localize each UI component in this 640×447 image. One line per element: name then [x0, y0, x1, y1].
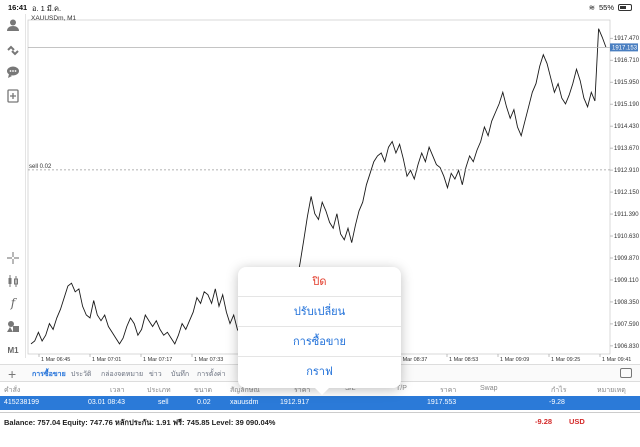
x-tick-label: 1 Mar 09:09: [500, 357, 529, 363]
y-tick-label: 1912.150: [614, 190, 640, 196]
tool-sidebar: f M1: [0, 14, 26, 358]
sell-level-label: sell 0.02: [29, 164, 52, 170]
balance-bar: Balance: 757.04 Equity: 747.76 หลักประกั…: [0, 412, 640, 428]
row-profit: -9.28: [549, 399, 565, 406]
balance-summary: Balance: 757.04 Equity: 747.76 หลักประกั…: [4, 418, 276, 427]
y-tick-label: 1915.190: [614, 102, 640, 108]
tab-settings[interactable]: การตั้งค่า: [197, 369, 226, 380]
y-tick-label: 1914.430: [614, 124, 640, 130]
col-comment: หมายเหตุ: [597, 387, 626, 394]
order-context-menu: ปิด ปรับเปลี่ยน การซื้อขาย กราฟ: [238, 267, 401, 395]
status-right: ≋ 55%: [589, 3, 632, 12]
chart-symbol-title: XAUUSDm, M1: [31, 15, 77, 22]
tab-trade[interactable]: การซื้อขาย: [32, 369, 66, 380]
x-tick-label: 1 Mar 07:17: [143, 357, 172, 363]
tab-mailbox[interactable]: กล่องจดหมาย: [101, 369, 143, 380]
indicator-icon[interactable]: f: [6, 296, 20, 310]
row-symbol: xauusdm: [230, 399, 259, 406]
x-tick-label: 1 Mar 09:25: [551, 357, 580, 363]
account-icon[interactable]: [6, 18, 20, 32]
col-price: ราคา: [440, 387, 457, 394]
table-row[interactable]: 415238199 03.01 08:43 sell 0.02 xauusdm …: [0, 396, 640, 410]
battery-percent: 55%: [598, 3, 614, 12]
tab-news[interactable]: ข่าว: [149, 369, 162, 380]
chart-button[interactable]: กราฟ: [238, 357, 401, 387]
y-tick-label: 1909.110: [614, 278, 639, 284]
menu-pointer: [313, 386, 331, 395]
x-tick-label: 1 Mar 07:33: [194, 357, 223, 363]
objects-icon[interactable]: [6, 319, 20, 333]
y-tick-label: 1915.950: [614, 80, 640, 86]
y-tick-label: 1913.670: [614, 146, 640, 152]
tab-journal[interactable]: บันทึก: [171, 369, 189, 380]
y-tick-label: 1911.390: [614, 212, 639, 218]
col-time: เวลา: [110, 387, 125, 394]
close-order-button[interactable]: ปิด: [238, 267, 401, 297]
row-size: 0.02: [197, 399, 211, 406]
trade-button[interactable]: การซื้อขาย: [238, 327, 401, 357]
status-bar: 16:41 อ. 1 มี.ค. ≋ 55%: [0, 0, 640, 14]
row-type: sell: [158, 399, 169, 406]
y-tick-label: 1909.870: [614, 256, 640, 262]
y-tick-label: 1907.590: [614, 322, 640, 328]
col-order: คำสั่ง: [4, 387, 21, 394]
new-order-icon[interactable]: [6, 89, 20, 103]
x-tick-label: 1 Mar 09:41: [602, 357, 631, 363]
y-tick-label: 1906.830: [614, 344, 640, 350]
col-type: ประเภท: [147, 387, 171, 394]
y-tick-label: 1916.710: [614, 58, 640, 64]
row-open-price: 1912.917: [280, 399, 310, 406]
profit-currency: USD: [569, 417, 585, 426]
status-time: 16:41: [8, 3, 28, 12]
x-tick-label: 1 Mar 06:45: [41, 357, 70, 363]
y-tick-label: 1908.350: [614, 300, 640, 306]
tab-history[interactable]: ประวัติ: [71, 369, 91, 380]
current-price-label: 1917.153: [612, 45, 638, 51]
col-profit: กำไร: [551, 387, 567, 394]
col-size: ขนาด: [194, 387, 213, 394]
x-tick-label: 1 Mar 08:37: [398, 357, 427, 363]
y-tick-label: 1917.470: [614, 36, 640, 42]
candlestick-icon[interactable]: [6, 274, 20, 288]
add-icon[interactable]: +: [8, 366, 16, 382]
chat-icon[interactable]: [6, 65, 20, 79]
row-price: 1917.553: [427, 399, 457, 406]
total-profit: -9.28: [535, 417, 553, 426]
y-tick-label: 1912.910: [614, 168, 640, 174]
col-swap: Swap: [480, 385, 498, 392]
row-time: 03.01 08:43: [88, 399, 125, 406]
battery-icon: [618, 4, 632, 11]
timeframe-button[interactable]: M1: [4, 344, 22, 358]
crosshair-icon[interactable]: [6, 251, 20, 265]
x-tick-label: 1 Mar 08:53: [449, 357, 478, 363]
row-order: 415238199: [4, 399, 40, 406]
layout-icon[interactable]: [620, 368, 632, 378]
x-tick-label: 1 Mar 07:01: [92, 357, 121, 363]
wifi-icon: ≋: [588, 3, 595, 12]
trade-icon[interactable]: [6, 42, 20, 56]
modify-order-button[interactable]: ปรับเปลี่ยน: [238, 297, 401, 327]
y-tick-label: 1910.630: [614, 234, 640, 240]
